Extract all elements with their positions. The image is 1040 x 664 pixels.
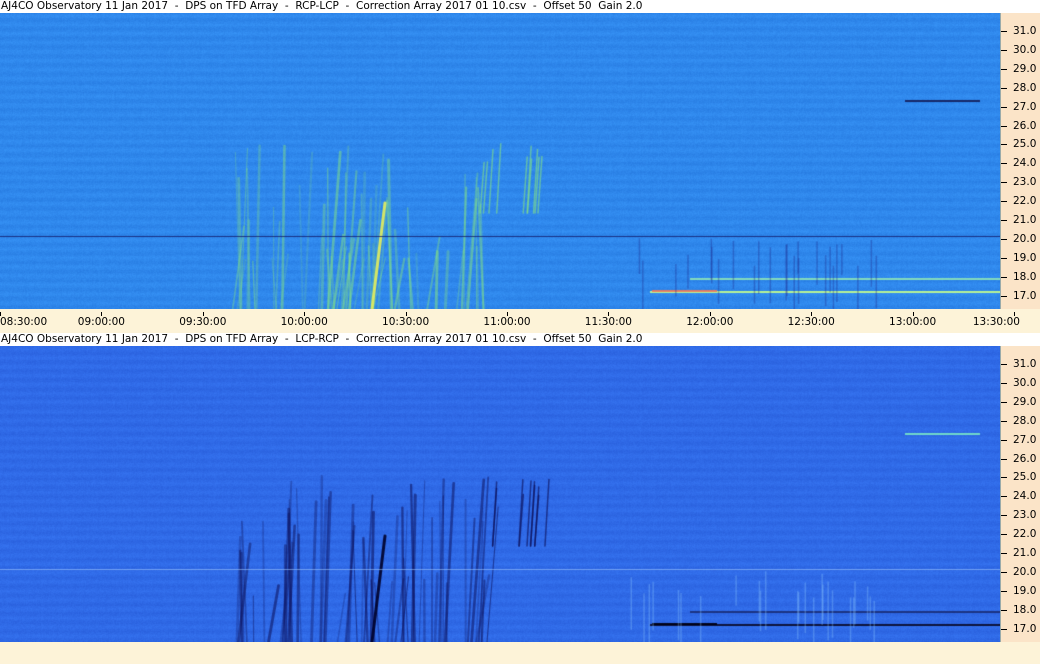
y-tick-label: 21.0: [1013, 547, 1037, 559]
panel-2-title: AJ4CO Observatory 11 Jan 2017 - DPS on T…: [0, 333, 1040, 346]
y-tick-mark: [1001, 106, 1007, 108]
y-tick-mark: [1001, 364, 1007, 365]
x-tick-label: 10:00:00: [280, 316, 328, 328]
y-tick-mark: [1001, 257, 1007, 259]
x-tick-label: 12:00:00: [686, 316, 734, 328]
y-tick-mark: [1001, 295, 1007, 297]
y-tick-mark: [1001, 515, 1007, 517]
y-tick-label: 23.0: [1013, 509, 1037, 522]
y-tick-mark: [1001, 496, 1007, 498]
y-tick-mark: [1001, 220, 1007, 221]
y-tick-label: 17.0: [1013, 289, 1037, 302]
y-tick-mark: [1001, 31, 1007, 32]
y-tick-mark: [1001, 590, 1007, 592]
y-tick-mark: [1001, 609, 1007, 611]
panel-2-spectrogram[interactable]: [0, 346, 1000, 642]
y-tick-mark: [1001, 439, 1007, 441]
y-tick-mark: [1001, 163, 1007, 165]
y-tick-label: 21.0: [1013, 214, 1037, 226]
y-tick-label: 23.0: [1013, 176, 1037, 189]
x-tick-label: 10:30:00: [382, 316, 430, 328]
x-tick-label: 09:00:00: [77, 316, 125, 328]
x-tick-label: 09:30:00: [179, 316, 227, 328]
y-tick-label: 18.0: [1013, 603, 1037, 616]
y-tick-label: 25.0: [1013, 471, 1037, 484]
y-tick-mark: [1001, 477, 1007, 479]
x-tick-label: 11:30:00: [584, 316, 632, 328]
x-tick-label: 11:00:00: [483, 316, 531, 328]
y-tick-mark: [1001, 125, 1007, 127]
y-tick-mark: [1001, 458, 1007, 460]
y-tick-mark: [1001, 534, 1007, 536]
panel-1-time-axis: 08:30:00 09:00:00 09:30:00 10:00:00 10:30:00…: [0, 312, 1040, 330]
y-tick-label: 30.0: [1013, 43, 1037, 56]
y-tick-mark: [1001, 238, 1007, 240]
y-tick-label: 27.0: [1013, 100, 1037, 113]
y-tick-label: 19.0: [1013, 251, 1037, 264]
y-tick-label: 28.0: [1013, 81, 1037, 94]
y-tick-label: 24.0: [1013, 157, 1037, 170]
x-tick-label: 08:30:00: [0, 316, 48, 328]
y-tick-label: 29.0: [1013, 62, 1037, 75]
y-tick-mark: [1001, 553, 1007, 554]
y-tick-label: 20.0: [1013, 232, 1037, 245]
y-tick-label: 18.0: [1013, 270, 1037, 283]
y-tick-label: 25.0: [1013, 138, 1037, 151]
y-tick-mark: [1001, 182, 1007, 184]
x-tick-label: 12:30:00: [787, 316, 835, 328]
y-tick-label: 24.0: [1013, 490, 1037, 503]
y-tick-label: 22.0: [1013, 195, 1037, 208]
y-tick-label: 20.0: [1013, 565, 1037, 578]
x-tick-label: 13:30:00: [972, 316, 1020, 328]
y-tick-label: 31.0: [1013, 358, 1037, 370]
panel-1-title: AJ4CO Observatory 11 Jan 2017 - DPS on T…: [0, 0, 1040, 13]
y-tick-mark: [1001, 49, 1007, 51]
y-tick-mark: [1001, 628, 1007, 630]
panel-2-frequency-axis: 31.0 30.0 29.0 28.0 27.0 26.0 25.0 24.0 23.0 22.0…: [1000, 346, 1040, 642]
y-tick-label: 17.0: [1013, 622, 1037, 635]
x-tick-label: 13:00:00: [889, 316, 937, 328]
y-tick-label: 26.0: [1013, 119, 1037, 132]
y-tick-label: 28.0: [1013, 414, 1037, 427]
y-tick-mark: [1001, 87, 1007, 89]
y-tick-mark: [1001, 401, 1007, 403]
y-tick-label: 26.0: [1013, 452, 1037, 465]
y-tick-label: 27.0: [1013, 433, 1037, 446]
y-tick-mark: [1001, 420, 1007, 422]
y-tick-label: 30.0: [1013, 376, 1037, 389]
panel-1-frequency-axis: 31.0 30.0 29.0 28.0 27.0 26.0 25.0 24.0 23.0 22.0…: [1000, 13, 1040, 309]
y-tick-label: 22.0: [1013, 528, 1037, 541]
y-tick-mark: [1001, 68, 1007, 70]
y-tick-label: 19.0: [1013, 584, 1037, 597]
y-tick-mark: [1001, 382, 1007, 384]
panel-1-spectrogram[interactable]: [0, 13, 1000, 309]
y-tick-label: 31.0: [1013, 25, 1037, 37]
y-tick-mark: [1001, 144, 1007, 146]
y-tick-mark: [1001, 201, 1007, 203]
y-tick-mark: [1001, 571, 1007, 573]
y-tick-label: 29.0: [1013, 395, 1037, 408]
y-tick-mark: [1001, 276, 1007, 278]
